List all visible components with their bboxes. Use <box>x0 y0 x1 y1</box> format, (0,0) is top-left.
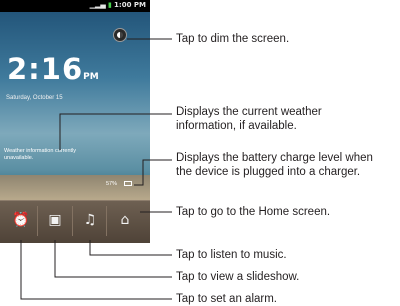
music-callout: Tap to listen to music. <box>176 249 287 261</box>
home-callout: Tap to go to the Home screen. <box>176 206 331 218</box>
slideshow-callout: Tap to view a slideshow. <box>176 271 300 283</box>
weather-callout-line <box>59 113 172 150</box>
weather-callout-line1: Displays the current weather <box>176 106 322 118</box>
alarm-callout-line <box>20 240 172 300</box>
music-callout-line <box>89 240 172 256</box>
battery-callout-line <box>134 159 172 186</box>
slideshow-callout-line <box>54 240 172 278</box>
alarm-callout: Tap to set an alarm. <box>176 293 277 305</box>
battery-callout-line2: the device is plugged into a charger. <box>176 166 361 178</box>
weather-callout-line2: information, if available. <box>176 120 297 132</box>
battery-callout-line1: Displays the battery charge level when <box>176 152 373 164</box>
dim-callout: Tap to dim the screen. <box>176 33 290 45</box>
